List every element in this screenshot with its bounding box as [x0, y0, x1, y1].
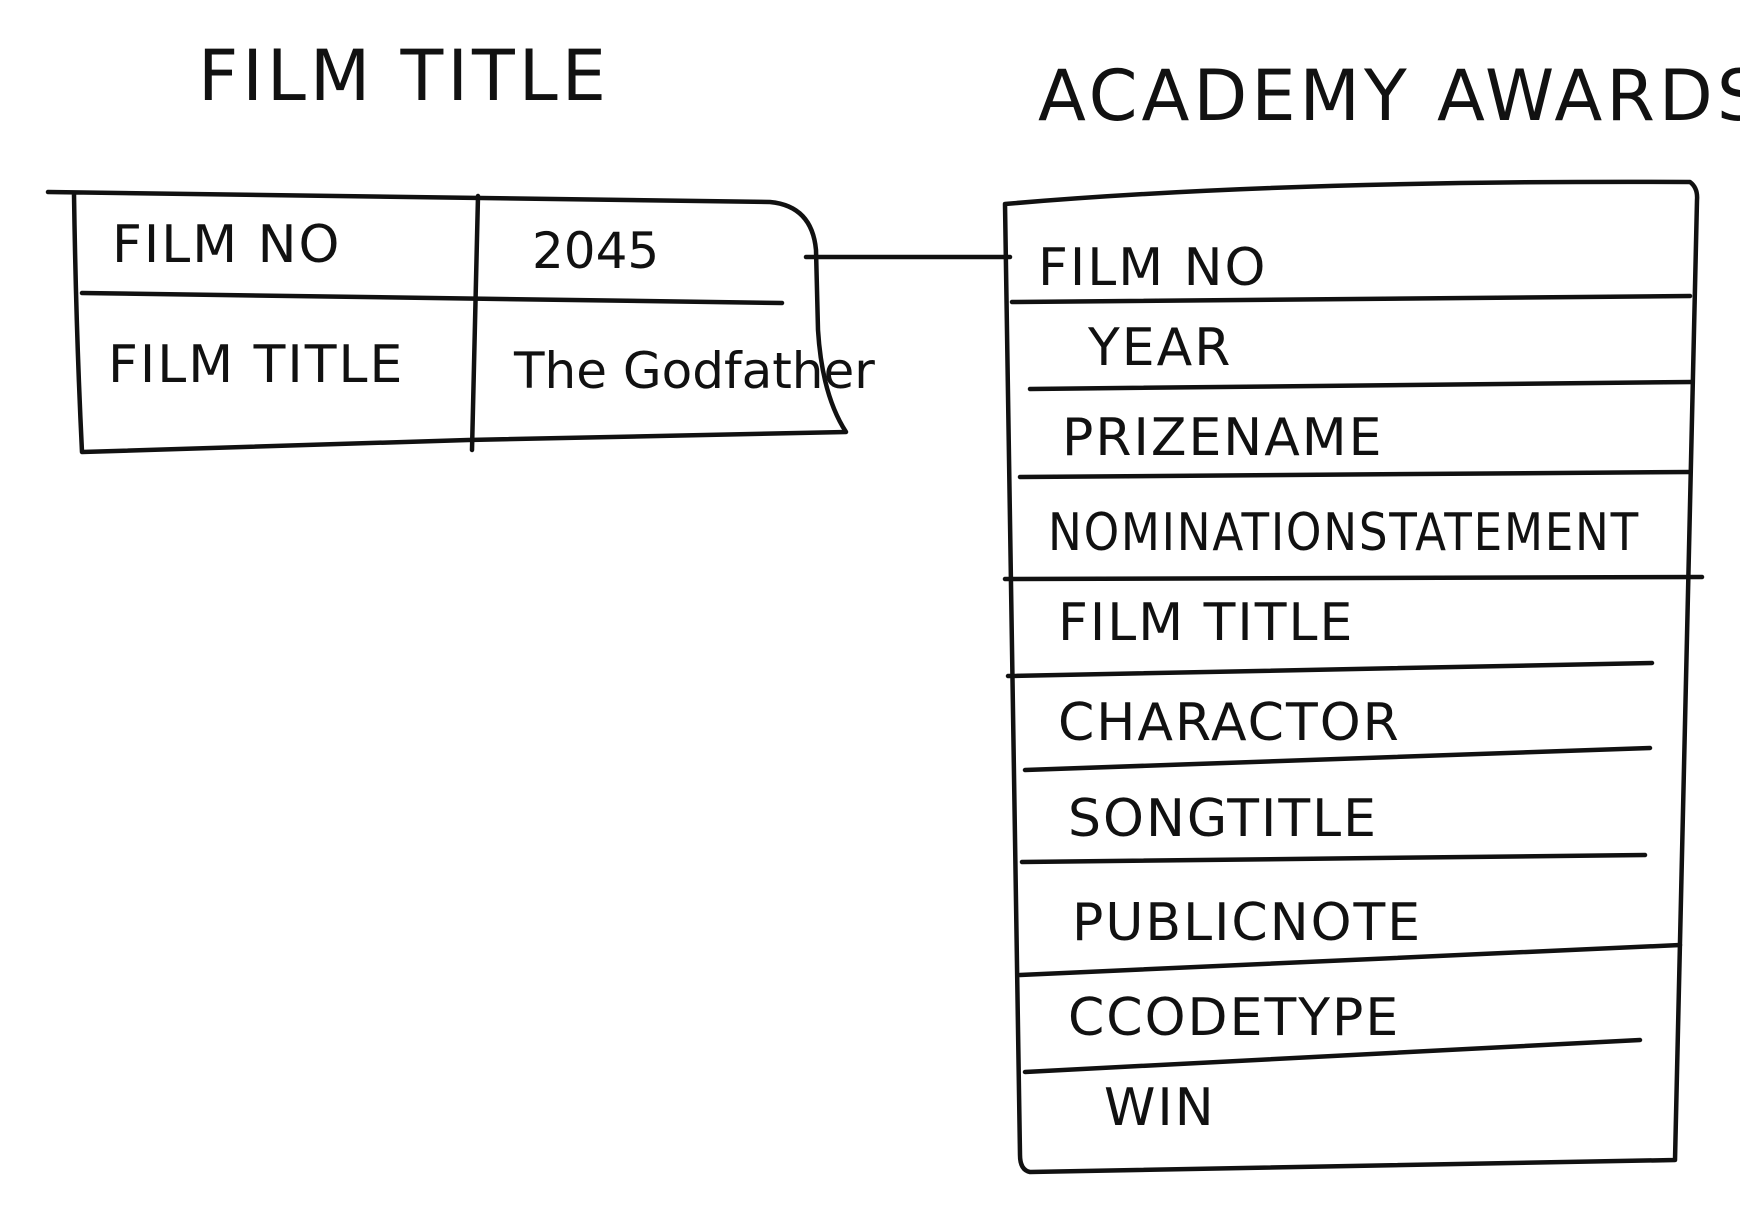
awards-field-prizename: PRIZENAME [1062, 408, 1384, 468]
film-no-value: 2045 [532, 222, 659, 280]
awards-field-ccodetype: CCODETYPE [1068, 988, 1400, 1048]
awards-field-nominationstatement: NOMINATIONSTATEMENT [1048, 503, 1640, 563]
film-title-row-film-title: FILM TITLE The Godfather [108, 335, 875, 400]
film-no-label: FILM NO [112, 215, 341, 275]
awards-field-charactor: CHARACTOR [1058, 693, 1401, 753]
awards-divider-2 [1027, 379, 1695, 392]
academy-awards-table-heading: ACADEMY AWARDS [1038, 55, 1740, 137]
academy-awards-table: FILM NO YEAR PRIZENAME NOMINATIONSTATEME… [1002, 179, 1705, 1175]
awards-field-publicnote: PUBLICNOTE [1072, 893, 1422, 953]
film-title-table-column-divider [469, 193, 481, 453]
awards-field-win: WIN [1104, 1078, 1216, 1138]
film-title-table-heading: FILM TITLE [198, 35, 610, 117]
film-title-row-film-no: FILM NO 2045 [112, 215, 659, 280]
awards-field-film-title: FILM TITLE [1058, 593, 1354, 653]
awards-divider-3 [1017, 469, 1693, 480]
awards-field-songtitle: SONGTITLE [1068, 789, 1378, 849]
film-title-table-row-divider [79, 290, 785, 306]
awards-divider-4 [1002, 574, 1705, 582]
film-title-table: FILM NO 2045 FILM TITLE The Godfather [45, 189, 875, 455]
film-title-label: FILM TITLE [108, 335, 404, 395]
er-diagram-canvas: FILM TITLE FILM NO 2045 FILM TITLE The G… [45, 35, 1740, 1175]
film-title-value: The Godfather [513, 342, 875, 400]
awards-field-film-no: FILM NO [1038, 238, 1267, 298]
awards-field-year: YEAR [1087, 318, 1232, 378]
awards-divider-7 [1019, 852, 1648, 865]
awards-divider-5 [1005, 660, 1655, 679]
